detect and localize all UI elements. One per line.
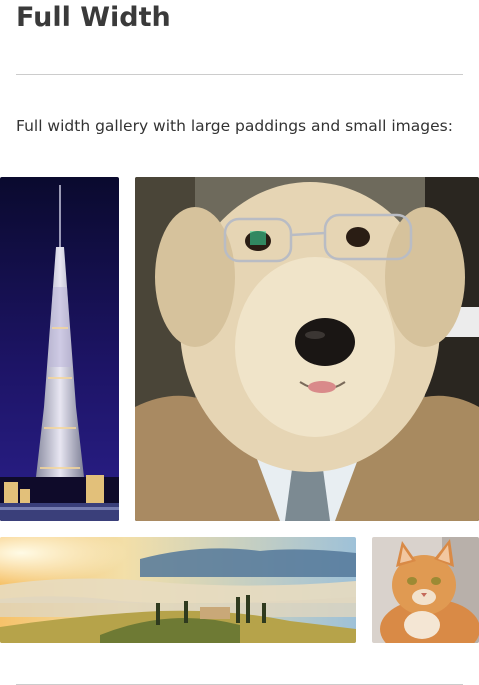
- gallery-image-dog[interactable]: [135, 177, 479, 521]
- dog-photo: [135, 177, 479, 521]
- divider-top: [16, 74, 463, 75]
- tower-photo: [0, 177, 119, 521]
- gallery-image-cat[interactable]: [372, 537, 479, 643]
- cat-photo: [372, 537, 479, 643]
- page-title: Full Width: [16, 2, 171, 33]
- gallery-image-landscape[interactable]: [0, 537, 356, 643]
- gallery-image-tower[interactable]: [0, 177, 119, 521]
- gallery-intro-text: Full width gallery with large paddings a…: [16, 117, 453, 135]
- landscape-photo: [0, 537, 356, 643]
